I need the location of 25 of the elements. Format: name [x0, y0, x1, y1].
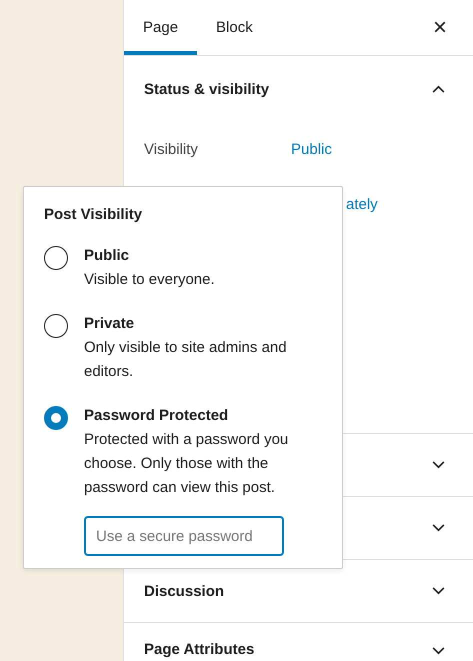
- option-description: Protected with a password you choose. Only those with the password can view this post.: [84, 430, 290, 498]
- popover-title: Post Visibility: [44, 205, 144, 225]
- option-label: Public: [84, 246, 130, 266]
- option-label: Password Protected: [84, 406, 230, 426]
- chevron-down-icon[interactable]: [432, 647, 445, 655]
- radio-button[interactable]: [44, 314, 68, 338]
- option-description: Visible to everyone.: [84, 270, 215, 290]
- panel-title: Discussion: [144, 582, 224, 600]
- setting-link[interactable]: ately: [346, 196, 378, 212]
- sidebar-tab[interactable]: Page: [124, 0, 198, 55]
- sidebar-tab[interactable]: Block: [197, 0, 272, 55]
- panel-title: Page Attributes: [144, 641, 254, 658]
- chevron-down-icon[interactable]: [432, 524, 445, 532]
- option-description: Only visible to site admins and editors.: [84, 338, 288, 382]
- chevron-up-icon[interactable]: [432, 85, 445, 93]
- field-label: Visibility: [144, 140, 199, 158]
- close-button[interactable]: ×: [428, 0, 451, 55]
- chevron-down-icon[interactable]: [432, 461, 445, 469]
- radio-button[interactable]: [44, 246, 68, 270]
- chevron-down-icon[interactable]: [432, 587, 445, 595]
- password-field[interactable]: Use a secure password: [84, 516, 284, 556]
- radio-button[interactable]: [44, 406, 68, 430]
- panel-title: Status & visibility: [144, 80, 270, 98]
- setting-link[interactable]: Public: [291, 140, 332, 158]
- option-label: Private: [84, 314, 136, 334]
